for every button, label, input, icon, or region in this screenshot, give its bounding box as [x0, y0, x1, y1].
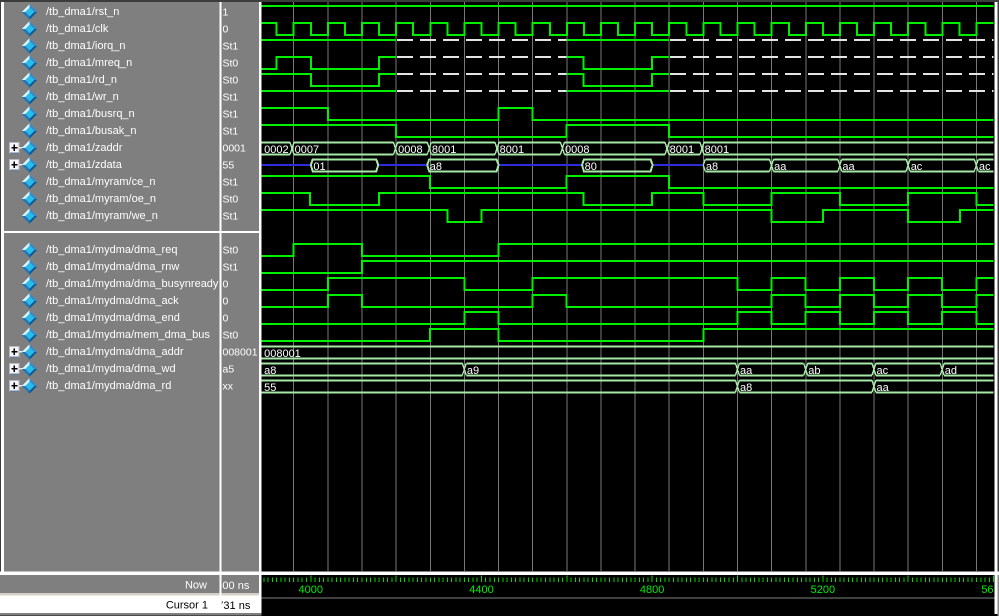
- svg-text:Now: Now: [185, 580, 207, 592]
- svg-text:/tb_dma1/mreq_n: /tb_dma1/mreq_n: [46, 57, 132, 69]
- svg-text:Cursor 1: Cursor 1: [166, 600, 208, 612]
- svg-text:St1: St1: [223, 41, 239, 53]
- svg-text:0007: 0007: [295, 144, 319, 156]
- svg-text:/tb_dma1/iorq_n: /tb_dma1/iorq_n: [46, 40, 126, 52]
- svg-text:/tb_dma1/myram/we_n: /tb_dma1/myram/we_n: [46, 210, 158, 222]
- svg-text:a8: a8: [740, 382, 752, 394]
- svg-text:/tb_dma1/wr_n: /tb_dma1/wr_n: [46, 91, 119, 103]
- svg-text:0: 0: [223, 24, 229, 36]
- svg-text:8001: 8001: [500, 144, 524, 156]
- svg-text:80: 80: [585, 161, 597, 173]
- svg-text:/tb_dma1/myram/oe_n: /tb_dma1/myram/oe_n: [46, 193, 156, 205]
- svg-text:ac: ac: [877, 365, 889, 377]
- svg-text:008001: 008001: [264, 348, 301, 360]
- svg-text:55: 55: [264, 382, 276, 394]
- svg-text:/tb_dma1/mydma/dma_wd: /tb_dma1/mydma/dma_wd: [46, 363, 176, 375]
- svg-text:St1: St1: [223, 177, 239, 189]
- svg-text:ad: ad: [945, 365, 957, 377]
- svg-text:8001: 8001: [432, 144, 456, 156]
- svg-text:St0: St0: [223, 330, 239, 342]
- svg-text:/tb_dma1/myram/ce_n: /tb_dma1/myram/ce_n: [46, 176, 155, 188]
- svg-text:St1: St1: [223, 109, 239, 121]
- svg-text:St0: St0: [223, 245, 239, 257]
- svg-text:ac: ac: [911, 161, 923, 173]
- svg-text:0: 0: [223, 296, 229, 308]
- svg-text:/tb_dma1/rd_n: /tb_dma1/rd_n: [46, 74, 117, 86]
- svg-text:1: 1: [223, 7, 229, 19]
- svg-text:/tb_dma1/rst_n: /tb_dma1/rst_n: [46, 6, 119, 18]
- svg-text:ab: ab: [808, 365, 820, 377]
- svg-text:/tb_dma1/busrq_n: /tb_dma1/busrq_n: [46, 108, 135, 120]
- svg-text:/tb_dma1/busak_n: /tb_dma1/busak_n: [46, 125, 137, 137]
- svg-text:a9: a9: [467, 365, 479, 377]
- svg-text:aa: aa: [774, 161, 787, 173]
- svg-text:/tb_dma1/mydma/dma_addr: /tb_dma1/mydma/dma_addr: [46, 346, 184, 358]
- svg-text:8001: 8001: [670, 144, 694, 156]
- svg-text:0: 0: [223, 279, 229, 291]
- svg-text:55: 55: [223, 160, 235, 172]
- svg-text:8001: 8001: [705, 144, 729, 156]
- svg-text:4400: 4400: [469, 584, 493, 596]
- svg-text:a8: a8: [264, 365, 276, 377]
- svg-text:/tb_dma1/mydma/dma_rd: /tb_dma1/mydma/dma_rd: [46, 380, 171, 392]
- svg-text:5200: 5200: [811, 584, 835, 596]
- svg-text:ac: ac: [979, 161, 991, 173]
- svg-text:/tb_dma1/mydma/dma_rnw: /tb_dma1/mydma/dma_rnw: [46, 261, 179, 273]
- svg-text:/tb_dma1/mydma/mem_dma_bus: /tb_dma1/mydma/mem_dma_bus: [46, 329, 210, 341]
- svg-text:a5: a5: [223, 364, 235, 376]
- svg-text:0: 0: [223, 313, 229, 325]
- svg-text:St1: St1: [223, 262, 239, 274]
- svg-text:St0: St0: [223, 194, 239, 206]
- svg-text:01: 01: [313, 161, 325, 173]
- svg-text:/tb_dma1/zdata: /tb_dma1/zdata: [46, 159, 123, 171]
- svg-text:aa: aa: [877, 382, 890, 394]
- svg-text:St1: St1: [223, 92, 239, 104]
- svg-text:4000: 4000: [299, 584, 323, 596]
- svg-text:St1: St1: [223, 211, 239, 223]
- svg-text:St0: St0: [223, 75, 239, 87]
- svg-text:a8: a8: [430, 161, 442, 173]
- svg-text:0008: 0008: [398, 144, 422, 156]
- svg-text:/tb_dma1/mydma/dma_ack: /tb_dma1/mydma/dma_ack: [46, 295, 179, 307]
- svg-text:xx: xx: [223, 381, 234, 393]
- svg-text:St1: St1: [223, 126, 239, 138]
- svg-text:/tb_dma1/mydma/dma_req: /tb_dma1/mydma/dma_req: [46, 244, 177, 256]
- svg-text:a8: a8: [706, 161, 718, 173]
- svg-text:/tb_dma1/clk: /tb_dma1/clk: [46, 23, 109, 35]
- svg-text:008001: 008001: [223, 347, 258, 359]
- svg-text:0001: 0001: [223, 143, 247, 155]
- svg-text:St0: St0: [223, 58, 239, 70]
- svg-text:0002: 0002: [264, 144, 288, 156]
- svg-text:4800: 4800: [640, 584, 664, 596]
- svg-text:/tb_dma1/mydma/dma_end: /tb_dma1/mydma/dma_end: [46, 312, 180, 324]
- svg-text:aa: aa: [842, 161, 855, 173]
- svg-text:/tb_dma1/mydma/dma_busynready: /tb_dma1/mydma/dma_busynready: [46, 278, 219, 290]
- svg-text:/tb_dma1/zaddr: /tb_dma1/zaddr: [46, 142, 123, 154]
- svg-text:aa: aa: [740, 365, 753, 377]
- svg-text:0008: 0008: [565, 144, 589, 156]
